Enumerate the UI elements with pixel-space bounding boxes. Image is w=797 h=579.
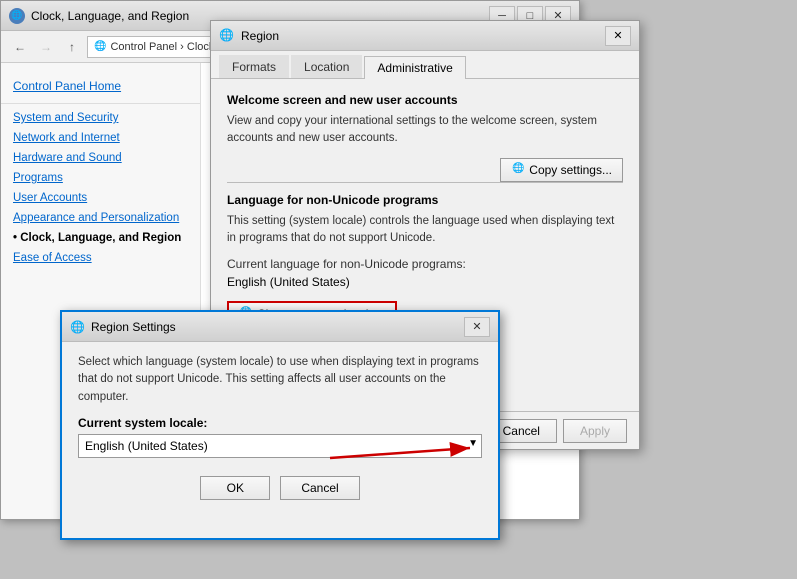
- sidebar-item-user-accounts[interactable]: User Accounts: [1, 188, 200, 208]
- rs-cancel-button[interactable]: Cancel: [280, 476, 359, 500]
- current-lang-label: Current language for non-Unicode program…: [227, 257, 623, 271]
- back-button[interactable]: ←: [9, 36, 31, 58]
- region-apply-button[interactable]: Apply: [563, 419, 627, 443]
- rs-icon: 🌐: [70, 320, 85, 334]
- rs-footer: OK Cancel: [78, 470, 482, 506]
- copy-settings-icon: 🌐: [511, 163, 525, 177]
- sidebar-home[interactable]: Control Panel Home: [1, 73, 200, 99]
- rs-close-button[interactable]: ✕: [464, 317, 490, 337]
- rs-locale-select[interactable]: English (United States) English (United …: [78, 434, 482, 458]
- rs-title-bar: 🌐 Region Settings ✕: [62, 312, 498, 342]
- region-tabs: Formats Location Administrative: [211, 51, 639, 79]
- rs-content: Select which language (system locale) to…: [62, 342, 498, 518]
- region-settings-dialog: 🌐 Region Settings ✕ Select which languag…: [60, 310, 500, 540]
- copy-settings-label: Copy settings...: [529, 163, 612, 177]
- rs-title-left: 🌐 Region Settings: [70, 320, 176, 334]
- unicode-section: Language for non-Unicode programs This s…: [227, 193, 623, 328]
- current-lang-value: English (United States): [227, 275, 623, 289]
- unicode-section-title: Language for non-Unicode programs: [227, 193, 623, 207]
- sidebar-item-hardware-sound[interactable]: Hardware and Sound: [1, 148, 200, 168]
- tab-formats[interactable]: Formats: [219, 55, 289, 78]
- sidebar-item-programs[interactable]: Programs: [1, 168, 200, 188]
- rs-title: Region Settings: [91, 320, 176, 334]
- app-icon: 🌐: [9, 8, 25, 24]
- unicode-description: This setting (system locale) controls th…: [227, 213, 623, 248]
- sidebar-item-clock-language: Clock, Language, and Region: [1, 228, 200, 248]
- region-dialog-icon: 🌐: [219, 28, 235, 44]
- window-title: Clock, Language, and Region: [31, 9, 189, 23]
- rs-select-wrapper: English (United States) English (United …: [78, 434, 482, 458]
- welcome-text: View and copy your international setting…: [227, 113, 623, 148]
- region-dialog-title: Region: [241, 29, 279, 43]
- region-dialog-titlebar: 🌐 Region ✕: [211, 21, 639, 51]
- region-dialog-close[interactable]: ✕: [605, 26, 631, 46]
- sidebar-item-appearance[interactable]: Appearance and Personalization: [1, 208, 200, 228]
- section-divider: [227, 182, 623, 183]
- region-dialog-content: Welcome screen and new user accounts Vie…: [211, 79, 639, 341]
- rs-description: Select which language (system locale) to…: [78, 354, 482, 406]
- region-dialog-title-left: 🌐 Region: [219, 28, 279, 44]
- address-icon: 🌐: [94, 41, 106, 52]
- sidebar-item-system-security[interactable]: System and Security: [1, 108, 200, 128]
- welcome-section: Welcome screen and new user accounts Vie…: [227, 93, 623, 148]
- sidebar-item-ease-of-access[interactable]: Ease of Access: [1, 248, 200, 268]
- welcome-title: Welcome screen and new user accounts: [227, 93, 623, 107]
- sidebar-item-network-internet[interactable]: Network and Internet: [1, 128, 200, 148]
- rs-current-locale-label: Current system locale:: [78, 416, 482, 430]
- copy-settings-button[interactable]: 🌐 Copy settings...: [500, 158, 623, 182]
- title-bar-left: 🌐 Clock, Language, and Region: [9, 8, 189, 24]
- forward-button: →: [35, 36, 57, 58]
- tab-administrative[interactable]: Administrative: [364, 56, 465, 79]
- tab-location[interactable]: Location: [291, 55, 362, 78]
- up-button[interactable]: ↑: [61, 36, 83, 58]
- sidebar-divider: [1, 103, 200, 104]
- rs-ok-button[interactable]: OK: [200, 476, 270, 500]
